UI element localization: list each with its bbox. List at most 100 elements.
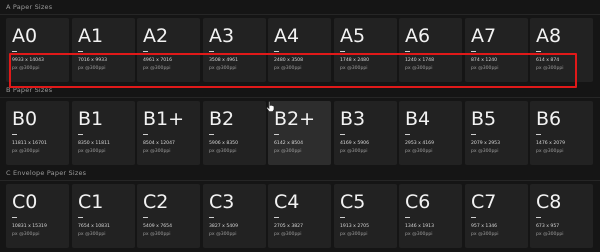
size-name: C2: [143, 191, 169, 213]
size-tile-c6[interactable]: C6 1346 x 1913 px @300ppi: [399, 184, 462, 248]
size-resolution: px @300ppi: [209, 149, 237, 154]
size-resolution: px @300ppi: [209, 66, 237, 71]
size-tile-a7[interactable]: A7 874 x 1240 px @300ppi: [465, 18, 528, 82]
size-tile-c0[interactable]: C0 10831 x 15319 px @300ppi: [6, 184, 69, 248]
dash-marker: [471, 51, 476, 52]
size-tile-c3[interactable]: C3 3827 x 5409 px @300ppi: [203, 184, 266, 248]
dash-marker: [143, 134, 148, 135]
size-dimensions: 7654 x 10831: [78, 224, 110, 229]
size-tile-c5[interactable]: C5 1913 x 2705 px @300ppi: [334, 184, 397, 248]
size-name: A8: [536, 25, 562, 47]
size-tile-c4[interactable]: C4 2705 x 3827 px @300ppi: [268, 184, 331, 248]
size-tile-c1[interactable]: C1 7654 x 10831 px @300ppi: [72, 184, 135, 248]
size-name: B2: [209, 108, 235, 130]
size-tile-a1[interactable]: A1 7016 x 9933 px @300ppi: [72, 18, 135, 82]
size-name: B2+: [274, 108, 316, 130]
size-tile-b6[interactable]: B6 1476 x 2079 px @300ppi: [530, 101, 593, 165]
section-divider: [0, 180, 600, 181]
dash-marker: [12, 51, 17, 52]
size-name: C8: [536, 191, 562, 213]
dash-marker: [340, 217, 345, 218]
hand-pointer-icon: [266, 101, 275, 112]
size-tile-a8[interactable]: A8 614 x 874 px @300ppi: [530, 18, 593, 82]
tile-row: C0 10831 x 15319 px @300ppi C1 7654 x 10…: [6, 184, 594, 248]
size-resolution: px @300ppi: [274, 66, 302, 71]
size-tile-c8[interactable]: C8 673 x 957 px @300ppi: [530, 184, 593, 248]
size-resolution: px @300ppi: [405, 149, 433, 154]
size-dimensions: 10831 x 15319: [12, 224, 47, 229]
size-tile-c2[interactable]: C2 5409 x 7654 px @300ppi: [137, 184, 200, 248]
size-tile-a2[interactable]: A2 4961 x 7016 px @300ppi: [137, 18, 200, 82]
dash-marker: [274, 217, 279, 218]
size-resolution: px @300ppi: [536, 66, 564, 71]
size-dimensions: 2480 x 3508: [274, 58, 304, 63]
size-resolution: px @300ppi: [340, 149, 368, 154]
dash-marker: [405, 134, 410, 135]
size-name: A4: [274, 25, 300, 47]
size-tile-a5[interactable]: A5 1748 x 2480 px @300ppi: [334, 18, 397, 82]
size-name: A6: [405, 25, 431, 47]
size-tile-b1-plus[interactable]: B1+ 8504 x 12047 px @300ppi: [137, 101, 200, 165]
size-resolution: px @300ppi: [12, 232, 40, 237]
size-tile-b2[interactable]: B2 5906 x 8350 px @300ppi: [203, 101, 266, 165]
section-divider: [0, 14, 600, 15]
size-dimensions: 614 x 874: [536, 58, 560, 63]
size-resolution: px @300ppi: [405, 66, 433, 71]
size-dimensions: 1913 x 2705: [340, 224, 370, 229]
dash-marker: [12, 134, 17, 135]
size-dimensions: 8350 x 11811: [78, 141, 110, 146]
size-tile-c7[interactable]: C7 957 x 1346 px @300ppi: [465, 184, 528, 248]
size-resolution: px @300ppi: [78, 149, 106, 154]
size-dimensions: 2953 x 4169: [405, 141, 435, 146]
section-title: A Paper Sizes: [6, 3, 53, 11]
size-dimensions: 3827 x 5409: [209, 224, 239, 229]
paper-size-picker: A Paper Sizes A0 9933 x 14043 px @300ppi…: [0, 0, 600, 252]
size-dimensions: 8504 x 12047: [143, 141, 175, 146]
size-dimensions: 6142 x 8504: [274, 141, 304, 146]
size-resolution: px @300ppi: [274, 149, 302, 154]
size-resolution: px @300ppi: [143, 66, 171, 71]
size-tile-a0[interactable]: A0 9933 x 14043 px @300ppi: [6, 18, 69, 82]
size-name: A2: [143, 25, 169, 47]
size-name: B1: [78, 108, 104, 130]
size-resolution: px @300ppi: [12, 66, 40, 71]
size-name: B4: [405, 108, 431, 130]
size-dimensions: 4961 x 7016: [143, 58, 173, 63]
size-tile-b0[interactable]: B0 11811 x 16701 px @300ppi: [6, 101, 69, 165]
dash-marker: [274, 51, 279, 52]
size-dimensions: 1240 x 1748: [405, 58, 435, 63]
size-resolution: px @300ppi: [143, 232, 171, 237]
size-tile-b2-plus[interactable]: B2+ 6142 x 8504 px @300ppi: [268, 101, 331, 165]
size-resolution: px @300ppi: [78, 66, 106, 71]
dash-marker: [209, 51, 214, 52]
size-dimensions: 1346 x 1913: [405, 224, 435, 229]
size-dimensions: 3508 x 4961: [209, 58, 239, 63]
dash-marker: [209, 134, 214, 135]
dash-marker: [471, 217, 476, 218]
size-resolution: px @300ppi: [209, 232, 237, 237]
size-dimensions: 1748 x 2480: [340, 58, 370, 63]
dash-marker: [340, 134, 345, 135]
size-resolution: px @300ppi: [78, 232, 106, 237]
dash-marker: [340, 51, 345, 52]
size-tile-a6[interactable]: A6 1240 x 1748 px @300ppi: [399, 18, 462, 82]
size-dimensions: 7016 x 9933: [78, 58, 108, 63]
dash-marker: [536, 51, 541, 52]
size-name: A5: [340, 25, 366, 47]
size-dimensions: 5906 x 8350: [209, 141, 239, 146]
size-name: A3: [209, 25, 235, 47]
size-tile-a3[interactable]: A3 3508 x 4961 px @300ppi: [203, 18, 266, 82]
size-tile-b3[interactable]: B3 4169 x 5906 px @300ppi: [334, 101, 397, 165]
size-tile-b4[interactable]: B4 2953 x 4169 px @300ppi: [399, 101, 462, 165]
size-tile-a4[interactable]: A4 2480 x 3508 px @300ppi: [268, 18, 331, 82]
size-resolution: px @300ppi: [340, 232, 368, 237]
size-name: C1: [78, 191, 104, 213]
size-tile-b5[interactable]: B5 2079 x 2953 px @300ppi: [465, 101, 528, 165]
size-name: C0: [12, 191, 38, 213]
size-resolution: px @300ppi: [405, 232, 433, 237]
dash-marker: [78, 51, 83, 52]
size-tile-b1[interactable]: B1 8350 x 11811 px @300ppi: [72, 101, 135, 165]
size-name: B3: [340, 108, 366, 130]
dash-marker: [78, 134, 83, 135]
size-name: C5: [340, 191, 366, 213]
